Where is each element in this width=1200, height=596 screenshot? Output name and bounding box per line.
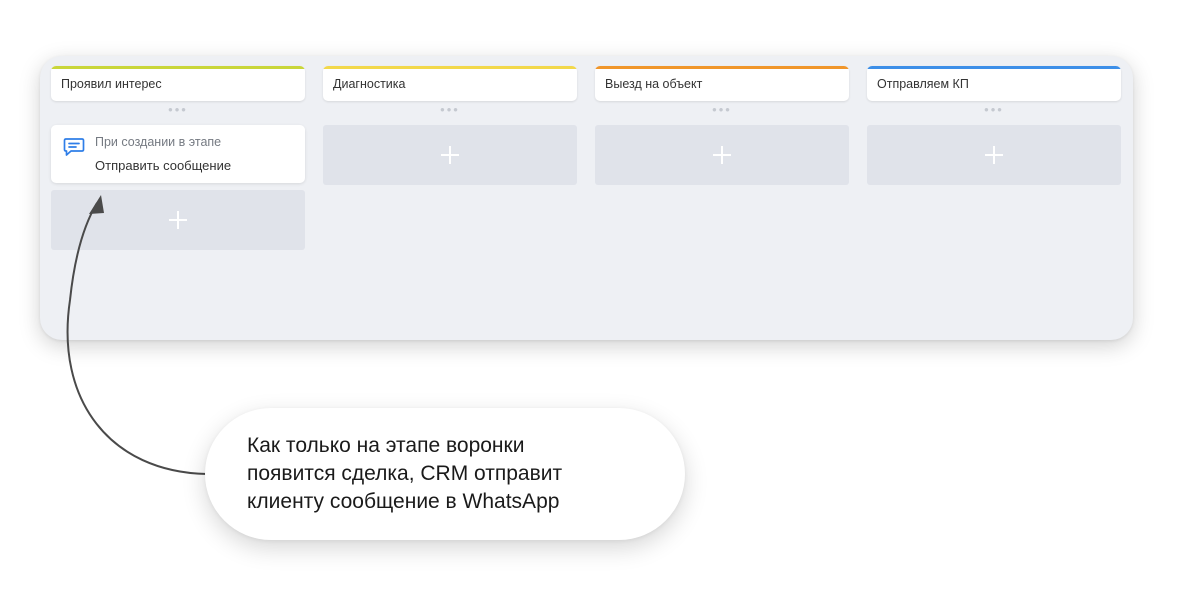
trigger-condition: При создании в этапе bbox=[95, 135, 222, 149]
stage-color-bar bbox=[867, 66, 1121, 69]
stage-menu-dots[interactable]: ••• bbox=[323, 101, 577, 125]
stage-color-bar bbox=[595, 66, 849, 69]
trigger-action: Отправить сообщение bbox=[95, 158, 232, 173]
stage-header[interactable]: Отправляем КП bbox=[867, 66, 1121, 101]
message-icon bbox=[63, 138, 85, 156]
add-trigger-button[interactable] bbox=[51, 190, 305, 250]
stage-color-bar bbox=[51, 66, 305, 69]
callout-text: Как только на этапе воронки появится сде… bbox=[247, 432, 667, 516]
add-trigger-button[interactable] bbox=[867, 125, 1121, 185]
stage-header[interactable]: Выезд на объект bbox=[595, 66, 849, 101]
stage-header[interactable]: Проявил интерес bbox=[51, 66, 305, 101]
stage-menu-dots[interactable]: ••• bbox=[595, 101, 849, 125]
trigger-card[interactable]: При создании в этапе Отправить сообщение bbox=[51, 125, 305, 183]
stage-title: Диагностика bbox=[333, 77, 406, 91]
stage-column-1: Проявил интерес ••• При создании в этапе… bbox=[51, 66, 305, 250]
stage-color-bar bbox=[323, 66, 577, 69]
pipeline-automation-screen: Проявил интерес ••• При создании в этапе… bbox=[0, 0, 1200, 596]
pipeline-board: Проявил интерес ••• При создании в этапе… bbox=[40, 56, 1133, 340]
add-trigger-button[interactable] bbox=[595, 125, 849, 185]
callout-line: появится сделка, CRM отправит bbox=[247, 462, 563, 485]
stage-menu-dots[interactable]: ••• bbox=[867, 101, 1121, 125]
stage-column-2: Диагностика ••• bbox=[323, 66, 577, 185]
plus-icon bbox=[985, 146, 1003, 164]
callout-line: клиенту сообщение в WhatsApp bbox=[247, 490, 560, 513]
stage-title: Выезд на объект bbox=[605, 77, 703, 91]
stage-title: Отправляем КП bbox=[877, 77, 969, 91]
stage-column-3: Выезд на объект ••• bbox=[595, 66, 849, 185]
plus-icon bbox=[169, 211, 187, 229]
stage-menu-dots[interactable]: ••• bbox=[51, 101, 305, 125]
explanation-callout: Как только на этапе воронки появится сде… bbox=[205, 408, 685, 540]
stage-title: Проявил интерес bbox=[61, 77, 162, 91]
add-trigger-button[interactable] bbox=[323, 125, 577, 185]
stage-header[interactable]: Диагностика bbox=[323, 66, 577, 101]
plus-icon bbox=[441, 146, 459, 164]
stage-column-4: Отправляем КП ••• bbox=[867, 66, 1121, 185]
plus-icon bbox=[713, 146, 731, 164]
callout-line: Как только на этапе воронки bbox=[247, 434, 525, 457]
